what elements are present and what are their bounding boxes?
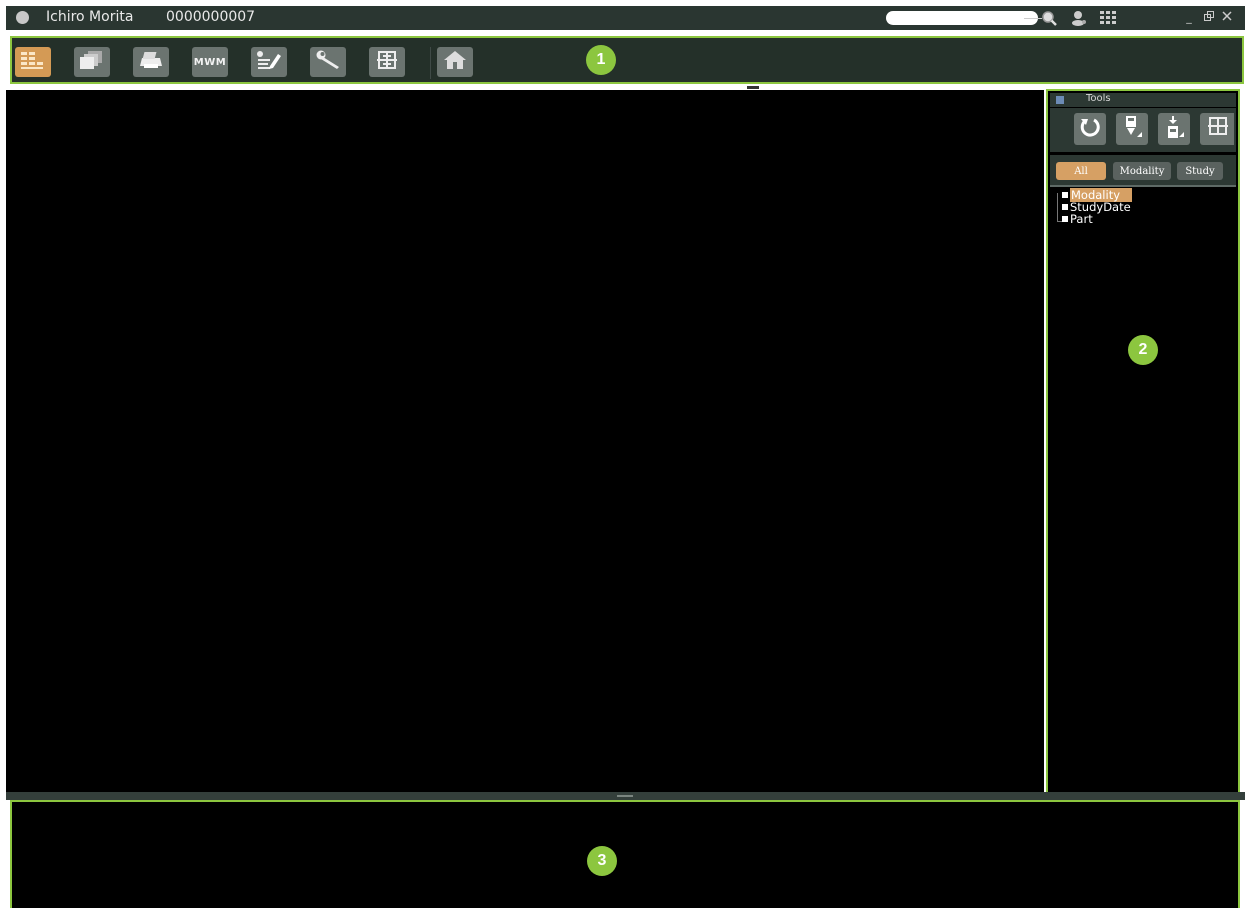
patient-name: Ichiro Morita (46, 9, 134, 25)
close-icon[interactable] (1221, 11, 1233, 24)
tree-item-studydate[interactable]: StudyDate (1054, 201, 1132, 213)
search-input[interactable] (886, 11, 1038, 25)
avatar-icon (16, 11, 29, 24)
filter-study-button[interactable]: Study (1177, 162, 1223, 180)
stack-icon (79, 50, 105, 74)
filter-tabs: All Modality Study (1050, 155, 1236, 187)
series-view-button[interactable] (74, 47, 110, 77)
import-button[interactable] (1158, 113, 1190, 145)
user-search-icon[interactable] (1071, 10, 1087, 26)
report-button[interactable] (251, 47, 287, 77)
import-icon (1163, 115, 1185, 143)
grid-icon (20, 50, 46, 74)
grid-icon[interactable] (1100, 10, 1116, 26)
collapse-icon[interactable] (1056, 96, 1064, 104)
resize-grip-top[interactable] (747, 86, 759, 89)
download-button[interactable] (1116, 113, 1148, 145)
grouping-tree: Modality StudyDate Part (1054, 188, 1133, 225)
mwm-label: MWM (193, 56, 227, 68)
wrench-icon (315, 50, 341, 74)
tools-panel: Tools All Modality Study Modality StudyD… (1046, 89, 1240, 794)
settings-button[interactable] (310, 47, 346, 77)
layout-icon (374, 50, 400, 74)
printer-icon (138, 50, 164, 74)
search-icon[interactable] (1041, 10, 1057, 26)
thumbnail-panel[interactable]: 3 (10, 800, 1240, 908)
filter-all-button[interactable]: All (1056, 162, 1106, 180)
toolbar-separator (430, 47, 431, 79)
download-icon (1121, 115, 1143, 143)
layout-button[interactable] (369, 47, 405, 77)
main-toolbar: MWM 1 (10, 36, 1244, 84)
search-divider (1024, 18, 1042, 19)
filter-modality-button[interactable]: Modality (1113, 162, 1171, 180)
mwm-button[interactable]: MWM (192, 47, 228, 77)
image-viewer[interactable] (6, 90, 1044, 792)
callout-2: 2 (1128, 335, 1158, 365)
restore-icon[interactable] (1203, 11, 1215, 24)
tools-header[interactable]: Tools (1050, 93, 1236, 107)
print-button[interactable] (133, 47, 169, 77)
layout-tool-button[interactable] (1200, 113, 1234, 145)
refresh-icon (1079, 116, 1101, 142)
callout-3: 3 (587, 846, 617, 876)
patient-id: 0000000007 (166, 9, 256, 25)
refresh-button[interactable] (1074, 113, 1106, 145)
tree-item-part[interactable]: Part (1054, 213, 1132, 225)
layout-icon (1206, 116, 1228, 142)
home-icon (442, 49, 468, 75)
callout-1: 1 (586, 45, 616, 75)
resize-grip-bottom[interactable] (617, 795, 633, 797)
tools-title: Tools (1086, 93, 1111, 104)
tools-buttons (1050, 108, 1236, 152)
minimize-icon[interactable]: _ (1183, 11, 1195, 24)
home-button[interactable] (437, 47, 473, 77)
edit-notes-icon (256, 50, 282, 74)
thumbnail-view-button[interactable] (15, 47, 51, 77)
title-bar: Ichiro Morita 0000000007 _ (6, 6, 1245, 30)
